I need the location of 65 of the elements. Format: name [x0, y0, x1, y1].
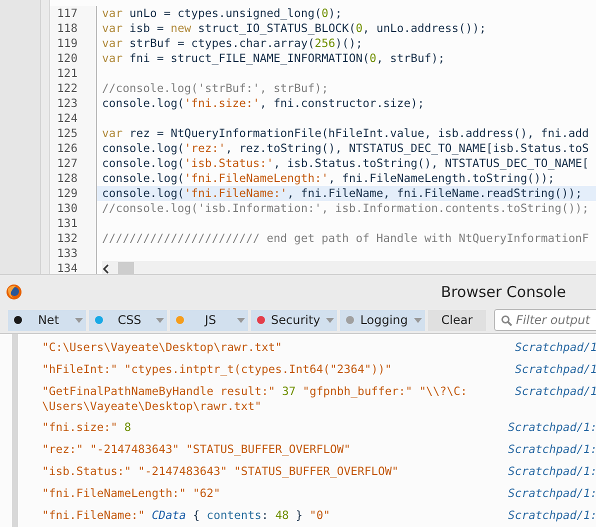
- code-line: var fni = struct_FILE_NAME_INFORMATION(0, strBuf);: [102, 51, 445, 66]
- source-link[interactable]: Scratchpad/1:: [508, 486, 596, 501]
- scroll-left-icon[interactable]: [102, 264, 110, 274]
- line-number: 123: [50, 96, 97, 111]
- line-number: 127: [50, 156, 97, 171]
- source-link[interactable]: Scratchpad/1:: [508, 464, 596, 479]
- console-message: "fni.FileNameLength:" "62": [42, 486, 220, 501]
- code-line: console.log('fni.size:', fni.constructor.size);: [102, 96, 424, 111]
- code-line: var isb = new struct_IO_STATUS_BLOCK(0, unLo.address());: [102, 21, 486, 36]
- code-line: //console.log('strBuf:', strBuf);: [102, 81, 328, 96]
- line-number: 125: [50, 126, 97, 141]
- console-message: "fni.size:" 8: [42, 420, 132, 435]
- code-line: //console.log('isb.Information:', isb.Information.contents.toString());: [102, 201, 589, 216]
- code-line: var unLo = ctypes.unsigned_long(0);: [102, 6, 342, 21]
- source-link[interactable]: Scratchpad/1:: [508, 420, 596, 435]
- line-number: 121: [50, 66, 97, 81]
- source-link[interactable]: Scratchpad/1: [515, 340, 596, 355]
- filter-toggle-button[interactable]: JS: [170, 310, 248, 330]
- code-line: var rez = NtQueryInformationFile(hFileInt.value, isb.address(), fni.add: [102, 126, 589, 141]
- clear-button[interactable]: Clear: [428, 310, 486, 330]
- caret-icon[interactable]: [414, 318, 422, 322]
- line-number: 119: [50, 36, 97, 51]
- line-number: 118: [50, 21, 97, 36]
- window-title: Browser Console: [440, 283, 566, 302]
- line-number: 120: [50, 51, 97, 66]
- line-number: 124: [50, 111, 97, 126]
- search-icon: [501, 314, 512, 326]
- code-line: /////////////////////// end get path of Handle with NtQueryInformationF: [102, 231, 589, 246]
- code-line: console.log('fni.FileNameLength:', fni.FileNameLength.toString());: [102, 171, 555, 186]
- line-number: 133: [50, 246, 97, 261]
- line-number: 117: [50, 6, 97, 21]
- console-message: "fni.FileName:" CData { contents: 48 } "0": [42, 508, 330, 523]
- code-line: console.log('fni.FileName:', fni.FileName, fni.FileName.readString());: [102, 186, 582, 201]
- line-number: 126: [50, 141, 97, 156]
- horizontal-scrollbar[interactable]: [102, 261, 596, 274]
- filter-toggle-button[interactable]: Security: [251, 310, 338, 330]
- line-number: 130: [50, 201, 97, 216]
- line-number: 129: [50, 186, 97, 201]
- browser-logo-icon: [6, 284, 22, 300]
- source-link[interactable]: Scratchpad/1:: [508, 508, 596, 523]
- console-message: "C:\Users\Vayeate\Desktop\rawr.txt": [42, 340, 282, 355]
- source-link[interactable]: Scratchpad/1:: [508, 442, 596, 457]
- line-number: 134: [50, 261, 97, 274]
- console-message: "rez:" "-2147483643" "STATUS_BUFFER_OVERFLOW": [42, 442, 351, 457]
- caret-icon[interactable]: [326, 318, 334, 322]
- console-message: "hFileInt:" "ctypes.intptr_t(ctypes.Int64("2364"))": [42, 362, 392, 377]
- line-number: 131: [50, 216, 97, 231]
- source-link[interactable]: Scratchpad/1: [515, 384, 596, 399]
- filter-toggle-button[interactable]: Net: [8, 310, 86, 330]
- code-line: console.log('isb.Status:', isb.Status.toString(), NTSTATUS_DEC_TO_NAME[: [102, 156, 589, 171]
- console-message: "isb.Status:" "-2147483643" "STATUS_BUFFER_OVERFLOW": [42, 464, 399, 479]
- filter-toggle-button[interactable]: Logging: [340, 310, 425, 330]
- code-line: console.log('rez:', rez.toString(), NTSTATUS_DEC_TO_NAME[isb.Status.toS: [102, 141, 589, 156]
- console-message: "GetFinalPathNameByHandle result:" 37 "gfpnbh_buffer:" "\\?\C: \Users\Vayeate\Desktop\rawr.txt": [42, 384, 468, 414]
- line-number: 132: [50, 231, 97, 246]
- filter-field[interactable]: Filter output: [494, 309, 596, 331]
- caret-icon[interactable]: [75, 318, 83, 322]
- caret-icon[interactable]: [156, 318, 164, 322]
- code-line: var strBuf = ctypes.char.array(256)();: [102, 36, 363, 51]
- filter-toggle-button[interactable]: CSS: [89, 310, 167, 330]
- source-link[interactable]: Scratchpad/1: [515, 362, 596, 377]
- line-number: 128: [50, 171, 97, 186]
- line-number: 122: [50, 81, 97, 96]
- scrollbar-thumb[interactable]: [118, 262, 134, 274]
- caret-icon[interactable]: [237, 318, 245, 322]
